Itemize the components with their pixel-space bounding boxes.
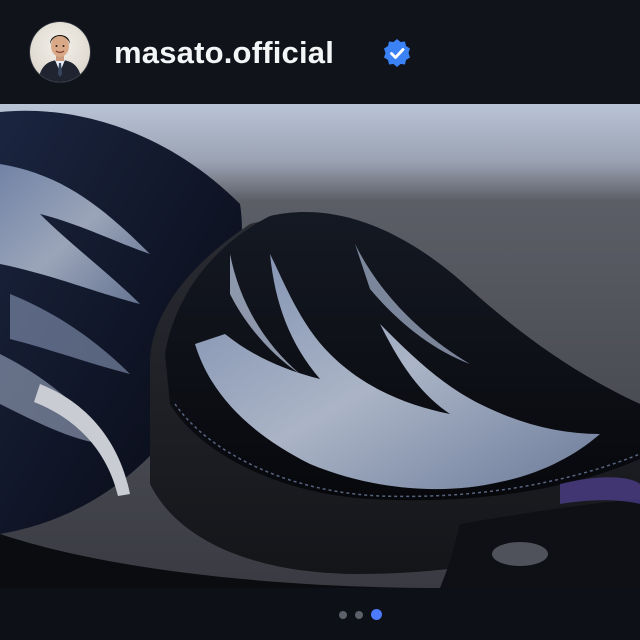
carousel-indicator — [0, 588, 640, 640]
carousel-dot[interactable] — [355, 611, 363, 619]
carousel-dot-active[interactable] — [371, 609, 382, 620]
profile-avatar[interactable] — [30, 22, 90, 82]
motorcycle-seat-photo — [0, 104, 640, 588]
username-link[interactable]: masato.official — [114, 33, 334, 73]
carousel-dot[interactable] — [339, 611, 347, 619]
post-media-image[interactable] — [0, 104, 640, 588]
post-header: masato.official — [0, 0, 640, 104]
person-avatar-image — [38, 35, 82, 82]
verified-badge-icon — [384, 39, 410, 67]
